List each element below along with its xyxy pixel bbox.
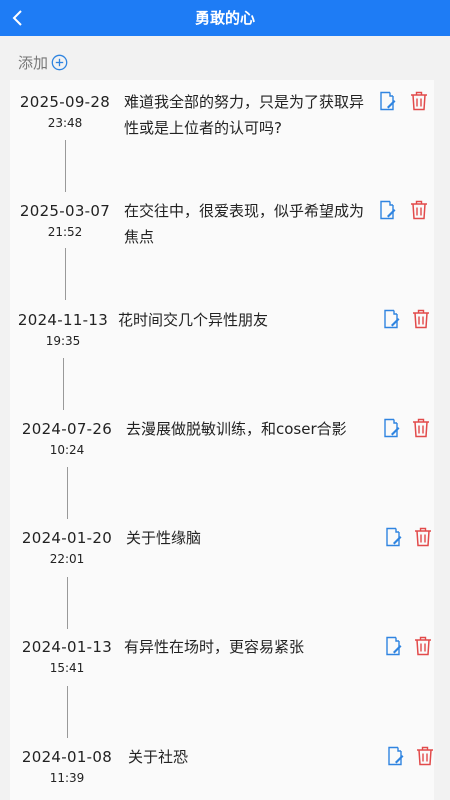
timeline-connector	[65, 248, 66, 300]
entry-date: 2024-07-26	[21, 420, 113, 438]
entry-date: 2024-01-13	[21, 638, 113, 656]
timeline-connector	[67, 577, 68, 629]
trash-icon	[417, 746, 433, 766]
edit-icon	[384, 418, 400, 438]
delete-button[interactable]	[408, 199, 430, 221]
entry-text: 在交往中，很爱表现，似乎希望成为 焦点	[124, 202, 365, 246]
page-title: 勇敢的心	[194, 9, 255, 27]
edit-button[interactable]	[380, 417, 402, 439]
add-button[interactable]: 添加	[18, 50, 68, 74]
entry-date: 2024-01-08	[21, 748, 113, 766]
entry-time: 22:01	[49, 552, 85, 566]
entry-text: 有异性在场时，更容易紧张	[124, 638, 305, 656]
add-label: 添加	[18, 53, 49, 72]
trash-icon	[415, 636, 431, 656]
trash-icon	[411, 200, 427, 220]
entry-text: 关于性缘脑	[126, 529, 202, 547]
timeline-connector	[67, 686, 68, 738]
app-header: 勇敢的心	[0, 0, 450, 36]
edit-button[interactable]	[382, 526, 404, 548]
plus-circle-icon	[51, 54, 68, 70]
edit-icon	[384, 309, 400, 329]
edit-button[interactable]	[380, 308, 402, 330]
edit-icon	[388, 746, 404, 766]
delete-button[interactable]	[412, 526, 434, 548]
timeline-connector	[65, 140, 66, 192]
edit-button[interactable]	[384, 745, 406, 767]
edit-icon	[386, 527, 402, 547]
entry-text: 花时间交几个异性朋友	[118, 311, 269, 329]
edit-icon	[380, 91, 396, 111]
timeline-connector	[63, 358, 64, 410]
entry-text: 难道我全部的努力，只是为了获取异 性或是上位者的认可吗?	[124, 93, 365, 137]
trash-icon	[413, 309, 429, 329]
entry-text: 关于社恐	[128, 748, 189, 766]
trash-icon	[415, 527, 431, 547]
edit-icon	[380, 200, 396, 220]
timeline-list: 2025-09-28 23:48 难道我全部的努力，只是为了获取异 性或是上位者的…	[10, 80, 434, 800]
entry-date: 2025-03-07	[19, 202, 111, 220]
entry-date: 2024-11-13	[17, 311, 109, 329]
edit-button[interactable]	[376, 90, 398, 112]
entry-time: 23:48	[47, 116, 83, 130]
trash-icon	[413, 418, 429, 438]
entry-time: 11:39	[49, 771, 85, 785]
edit-button[interactable]	[382, 635, 404, 657]
delete-button[interactable]	[410, 308, 432, 330]
timeline-connector	[67, 467, 68, 519]
delete-button[interactable]	[408, 90, 430, 112]
entry-time: 19:35	[45, 334, 81, 348]
entry-time: 21:52	[47, 225, 83, 239]
edit-button[interactable]	[376, 199, 398, 221]
delete-button[interactable]	[412, 635, 434, 657]
entry-date: 2024-01-20	[21, 529, 113, 547]
entry-time: 10:24	[49, 443, 85, 457]
delete-button[interactable]	[410, 417, 432, 439]
delete-button[interactable]	[414, 745, 436, 767]
trash-icon	[411, 91, 427, 111]
edit-icon	[386, 636, 402, 656]
entry-text: 去漫展做脱敏训练，和coser合影	[126, 420, 347, 438]
entry-date: 2025-09-28	[19, 93, 111, 111]
entry-time: 15:41	[49, 661, 85, 675]
